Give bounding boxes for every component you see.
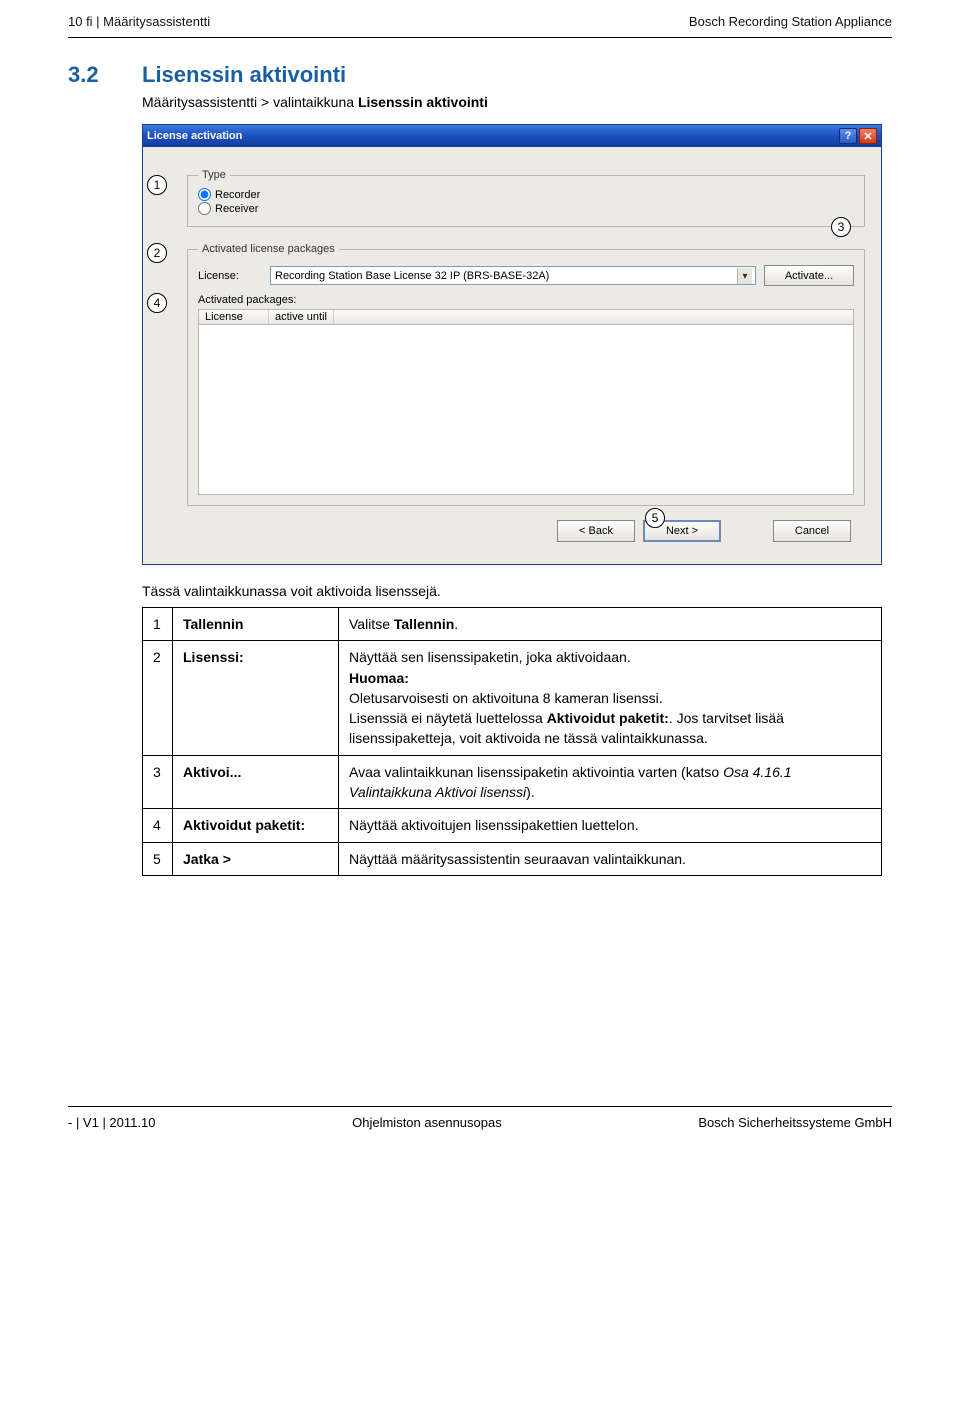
footer-center: Ohjelmiston asennusopas — [352, 1115, 502, 1130]
header-right: Bosch Recording Station Appliance — [689, 14, 892, 29]
row3-val: Avaa valintaikkunan lisenssipaketin akti… — [339, 755, 882, 809]
table-row: 2 Lisenssi: Näyttää sen lisenssipaketin,… — [143, 641, 882, 755]
row4-num: 4 — [143, 809, 173, 842]
r2-l1: Näyttää sen lisenssipaketin, joka aktivo… — [349, 647, 871, 667]
row2-val: Näyttää sen lisenssipaketin, joka aktivo… — [339, 641, 882, 755]
callout-2: 2 — [147, 243, 167, 263]
row1-num: 1 — [143, 608, 173, 641]
license-activation-window: License activation ? ✕ 1 2 3 4 Type Reco… — [142, 124, 882, 565]
section-title: Lisenssin aktivointi — [142, 62, 346, 88]
packages-list-header: License active until — [198, 309, 854, 325]
row2-key: Lisenssi: — [173, 641, 339, 755]
callout-1: 1 — [147, 175, 167, 195]
section-number: 3.2 — [68, 62, 120, 88]
row1-val: Valitse Tallennin. — [339, 608, 882, 641]
row5-num: 5 — [143, 842, 173, 875]
recorder-label: Recorder — [215, 189, 260, 201]
activate-button[interactable]: Activate... — [764, 265, 854, 286]
r2-l2: Huomaa: — [349, 668, 871, 688]
r2-l4b: Aktivoidut paketit: — [547, 710, 669, 726]
back-button[interactable]: < Back — [557, 520, 635, 542]
row2-num: 2 — [143, 641, 173, 755]
table-row: 3 Aktivoi... Avaa valintaikkunan lisenss… — [143, 755, 882, 809]
receiver-radio[interactable] — [198, 202, 211, 215]
alp-legend: Activated license packages — [198, 243, 339, 255]
window-title: License activation — [147, 130, 242, 142]
breadcrumb-pre: Määritysassistentti > valintaikkuna — [142, 94, 358, 110]
row1-key: Tallennin — [173, 608, 339, 641]
row3-num: 3 — [143, 755, 173, 809]
header-rule — [68, 37, 892, 38]
r3-c: ). — [526, 784, 535, 800]
row4-key: Aktivoidut paketit: — [173, 809, 339, 842]
activated-packages-label: Activated packages: — [198, 294, 854, 306]
caption-text: Tässä valintaikkunassa voit aktivoida li… — [142, 583, 892, 599]
packages-list-body — [198, 325, 854, 495]
license-value: Recording Station Base License 32 IP (BR… — [275, 270, 549, 282]
recorder-radio[interactable] — [198, 188, 211, 201]
r1v-a: Valitse — [349, 616, 394, 632]
r2-l3: Oletusarvoisesti on aktivoituna 8 kamera… — [349, 688, 871, 708]
activated-license-packages-fieldset: Activated license packages License: Reco… — [187, 243, 865, 506]
callout-4: 4 — [147, 293, 167, 313]
window-titlebar: License activation ? ✕ — [143, 125, 881, 147]
type-fieldset: Type Recorder Receiver — [187, 169, 865, 227]
row5-key: Jatka > — [173, 842, 339, 875]
callout-5: 5 — [645, 508, 665, 528]
row4-val: Näyttää aktivoitujen lisenssipakettien l… — [339, 809, 882, 842]
close-button[interactable]: ✕ — [859, 128, 877, 144]
footer-left: - | V1 | 2011.10 — [68, 1115, 155, 1130]
row3-key: Aktivoi... — [173, 755, 339, 809]
breadcrumb: Määritysassistentti > valintaikkuna Lise… — [142, 94, 892, 110]
license-label: License: — [198, 270, 262, 282]
header-left: 10 fi | Määritysassistentti — [68, 14, 210, 29]
r1v-c: . — [454, 616, 458, 632]
license-select[interactable]: Recording Station Base License 32 IP (BR… — [270, 266, 756, 285]
help-button[interactable]: ? — [839, 128, 857, 144]
table-row: 1 Tallennin Valitse Tallennin. — [143, 608, 882, 641]
callout-3: 3 — [831, 217, 851, 237]
type-legend: Type — [198, 169, 230, 181]
r2-l4: Lisenssiä ei näytetä luettelossa Aktivoi… — [349, 708, 871, 749]
col-license: License — [199, 310, 269, 324]
r1v-b: Tallennin — [394, 616, 454, 632]
table-row: 5 Jatka > Näyttää määritysassistentin se… — [143, 842, 882, 875]
cancel-button[interactable]: Cancel — [773, 520, 851, 542]
table-row: 4 Aktivoidut paketit: Näyttää aktivoituj… — [143, 809, 882, 842]
receiver-label: Receiver — [215, 203, 258, 215]
breadcrumb-bold: Lisenssin aktivointi — [358, 94, 488, 110]
row5-val: Näyttää määritysassistentin seuraavan va… — [339, 842, 882, 875]
r2-l4a: Lisenssiä ei näytetä luettelossa — [349, 710, 547, 726]
definitions-table: 1 Tallennin Valitse Tallennin. 2 Lisenss… — [142, 607, 882, 876]
col-active-until: active until — [269, 310, 334, 324]
footer-right: Bosch Sicherheitssysteme GmbH — [698, 1115, 892, 1130]
r3-a: Avaa valintaikkunan lisenssipaketin akti… — [349, 764, 723, 780]
